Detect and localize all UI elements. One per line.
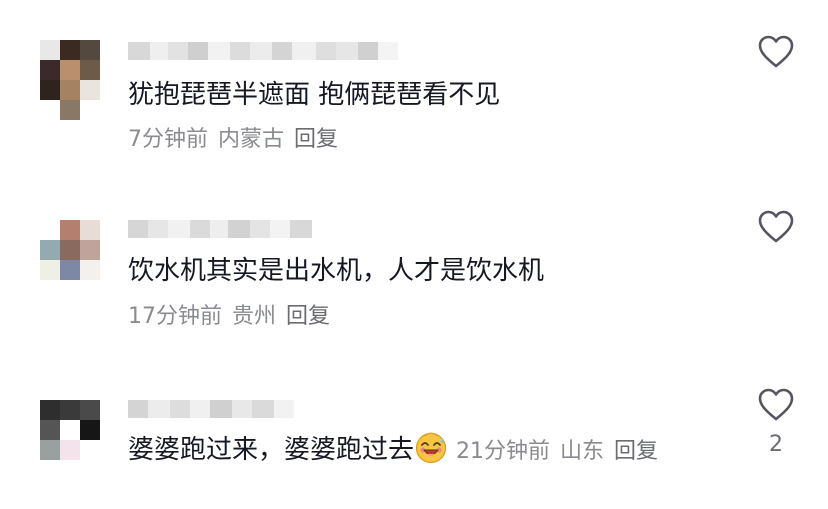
comment-location: 贵州 bbox=[232, 304, 277, 329]
like-count: 2 bbox=[769, 432, 783, 457]
comment-text: 婆婆跑过来，婆婆跑过去 21分钟前 山东 回复 bbox=[128, 430, 658, 469]
comment-location: 内蒙古 bbox=[218, 127, 285, 152]
avatar[interactable] bbox=[40, 220, 100, 300]
username-blurred[interactable] bbox=[128, 400, 294, 422]
heart-outline-icon[interactable] bbox=[758, 388, 794, 422]
comment-text-body: 婆婆跑过来，婆婆跑过去 bbox=[128, 435, 415, 465]
comment-meta: 7分钟前 内蒙古 回复 bbox=[128, 125, 338, 155]
comment-item: 婆婆跑过来，婆婆跑过去 21分钟前 山东 回复 2 bbox=[0, 350, 828, 509]
comment-item: 饮水机其实是出水机，人才是饮水机 17分钟前 贵州 回复 bbox=[0, 170, 828, 350]
comment-meta: 17分钟前 贵州 回复 bbox=[128, 302, 330, 332]
comment-time: 17分钟前 bbox=[128, 304, 222, 329]
heart-outline-icon[interactable] bbox=[758, 35, 794, 69]
username-blurred[interactable] bbox=[128, 42, 398, 64]
reply-button[interactable]: 回复 bbox=[614, 439, 658, 464]
avatar[interactable] bbox=[40, 400, 100, 480]
comment-list: 犹抱琵琶半遮面 抱俩琵琶看不见 7分钟前 内蒙古 回复 饮水机其实是出水机，人才是饮… bbox=[0, 0, 828, 509]
comment-location: 山东 bbox=[560, 439, 605, 464]
avatar[interactable] bbox=[40, 40, 100, 120]
username-blurred[interactable] bbox=[128, 220, 312, 242]
reply-button[interactable]: 回复 bbox=[286, 304, 330, 329]
heart-outline-icon[interactable] bbox=[758, 210, 794, 244]
reply-button[interactable]: 回复 bbox=[294, 127, 338, 152]
laughing-sweat-emoji-icon bbox=[415, 432, 447, 464]
comment-text: 犹抱琵琶半遮面 抱俩琵琶看不见 bbox=[128, 80, 501, 110]
comment-text: 饮水机其实是出水机，人才是饮水机 bbox=[128, 256, 545, 286]
comment-time: 7分钟前 bbox=[128, 127, 208, 152]
comment-item: 犹抱琵琶半遮面 抱俩琵琶看不见 7分钟前 内蒙古 回复 bbox=[0, 0, 828, 170]
comment-time: 21分钟前 bbox=[456, 439, 551, 464]
